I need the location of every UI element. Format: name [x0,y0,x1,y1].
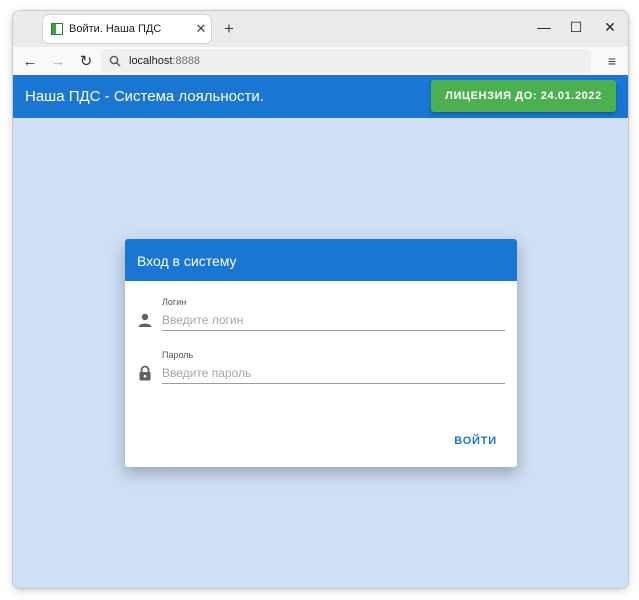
back-button[interactable]: ← [19,53,41,70]
browser-tab[interactable]: Войти. Наша ПДС ✕ [43,15,211,43]
maximize-button[interactable]: ☐ [566,19,586,36]
app-bar: Наша ПДС - Система лояльности. ЛИЦЕНЗИЯ … [13,75,628,118]
tab-strip: Войти. Наша ПДС ✕ + — ☐ ✕ [13,11,628,47]
url-host: localhost [129,55,173,67]
browser-menu-button[interactable]: ≡ [608,53,616,69]
login-submit-button[interactable]: ВОЙТИ [448,431,503,451]
minimize-button[interactable]: — [534,19,554,35]
license-button[interactable]: ЛИЦЕНЗИЯ ДО: 24.01.2022 [431,80,616,112]
browser-window: Войти. Наша ПДС ✕ + — ☐ ✕ ← → ↻ localhos… [12,10,629,589]
lock-icon [139,365,151,381]
login-card: Вход в систему Логин Пароль ВОЙТИ [125,239,517,467]
tab-close-button[interactable]: ✕ [191,21,211,37]
forward-button[interactable]: → [47,53,69,70]
navigation-bar: ← → ↻ localhost:8888 ≡ [13,47,628,75]
close-window-button[interactable]: ✕ [600,19,620,36]
login-field: Логин [137,297,505,337]
tab-favicon-icon [51,23,63,35]
password-input[interactable] [162,362,505,384]
url-port: :8888 [172,55,200,67]
app-title: Наша ПДС - Система лояльности. [25,88,264,105]
password-field: Пароль [137,350,505,390]
login-input[interactable] [162,309,505,331]
new-tab-button[interactable]: + [219,19,239,39]
address-bar[interactable]: localhost:8888 [101,49,591,73]
page-content: Наша ПДС - Система лояльности. ЛИЦЕНЗИЯ … [13,75,628,588]
reload-button[interactable]: ↻ [75,52,97,70]
login-card-title: Вход в систему [125,239,517,281]
person-icon [138,313,152,327]
search-icon [109,55,121,67]
password-label: Пароль [162,350,194,360]
tab-title: Войти. Наша ПДС [69,23,162,35]
login-label: Логин [162,297,187,307]
